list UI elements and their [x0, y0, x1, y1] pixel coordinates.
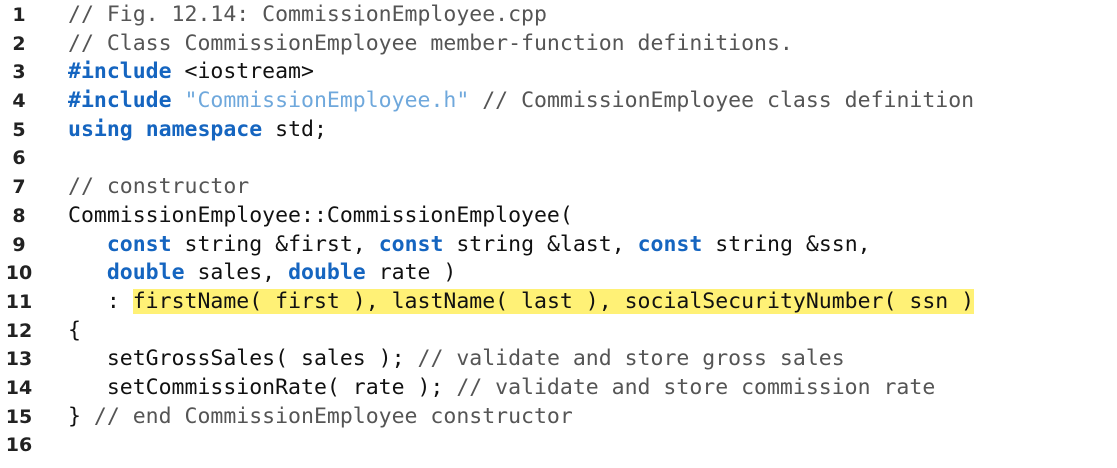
code-comment: // CommissionEmployee class definition — [469, 88, 975, 114]
code-line: 16 — [0, 431, 1117, 460]
code-line: 9 const string &first, const string &las… — [0, 231, 1117, 260]
code-text: : firstName( first ), lastName( last ), … — [68, 288, 975, 317]
line-number: 13 — [5, 348, 33, 371]
line-number: 3 — [12, 61, 26, 84]
code-line: 1 // Fig. 12.14: CommissionEmployee.cpp — [0, 1, 1117, 30]
code-token: string &ssn, — [702, 231, 871, 257]
code-token: setCommissionRate( rate ); — [68, 374, 457, 400]
code-keyword: const — [106, 231, 172, 257]
line-number: 7 — [12, 176, 26, 199]
code-text: // Fig. 12.14: CommissionEmployee.cpp — [68, 1, 547, 30]
code-text: #include <iostream> — [68, 58, 314, 87]
code-line: 8 CommissionEmployee::CommissionEmployee( — [0, 202, 1117, 231]
code-comment: // Fig. 12.14: CommissionEmployee.cpp — [68, 2, 547, 27]
line-number: 8 — [12, 204, 26, 227]
code-token: : — [68, 288, 133, 314]
code-text: setCommissionRate( rate ); // validate a… — [68, 374, 935, 403]
code-keyword: double — [106, 260, 185, 286]
code-text: // Class CommissionEmployee member-funct… — [68, 30, 793, 59]
code-line: 3 #include <iostream> — [0, 58, 1117, 87]
code-keyword: const — [378, 231, 444, 257]
code-comment: // validate and store gross sales — [417, 346, 845, 372]
code-text: using namespace std; — [68, 116, 327, 145]
code-keyword: double — [288, 260, 366, 286]
highlighted-code: firstName( first ), lastName( last ), so… — [132, 288, 975, 314]
code-line: 11 : firstName( first ), lastName( last … — [0, 288, 1117, 317]
code-text: const string &first, const string &last,… — [68, 231, 871, 260]
code-token: } — [68, 403, 94, 429]
code-string: "CommissionEmployee.h" — [184, 88, 470, 114]
code-keyword: using — [68, 116, 133, 142]
line-number: 4 — [12, 90, 26, 113]
code-text: // constructor — [68, 173, 249, 202]
code-token: string &last, — [443, 231, 638, 257]
code-comment: // constructor — [68, 174, 250, 200]
code-token: { — [68, 317, 81, 343]
line-number: 5 — [12, 118, 26, 141]
code-line: 2 // Class CommissionEmployee member-func… — [0, 30, 1117, 59]
code-text: setGrossSales( sales ); // validate and … — [68, 345, 845, 374]
code-token: CommissionEmployee::CommissionEmployee( — [68, 202, 573, 228]
code-comment: // validate and store commission rate — [456, 374, 936, 400]
code-keyword: #include — [68, 88, 172, 114]
line-number: 1 — [12, 4, 26, 26]
code-line: 7 // constructor — [0, 173, 1117, 202]
code-comment: // end CommissionEmployee constructor — [93, 403, 573, 429]
code-line: 4 #include "CommissionEmployee.h" // Comm… — [0, 87, 1117, 116]
code-keyword: #include — [68, 59, 172, 85]
line-number: 6 — [12, 147, 26, 170]
line-number: 16 — [5, 434, 33, 457]
code-text: double sales, double rate ) — [68, 259, 457, 288]
code-text: #include "CommissionEmployee.h" // Commi… — [68, 87, 974, 116]
code-token: sales, — [184, 260, 289, 286]
code-token: rate ) — [365, 260, 457, 286]
code-line: 5 using namespace std; — [0, 116, 1117, 145]
line-number: 15 — [5, 405, 33, 428]
code-line: 15} // end CommissionEmployee constructo… — [0, 403, 1117, 432]
line-number: 9 — [12, 233, 26, 256]
code-line: 6 — [0, 144, 1117, 173]
line-number: 10 — [5, 262, 33, 285]
line-number: 2 — [12, 32, 26, 55]
code-line: 10 double sales, double rate ) — [0, 259, 1117, 288]
code-line: 12 { — [0, 317, 1117, 346]
code-line: 14 setCommissionRate( rate ); // validat… — [0, 374, 1117, 403]
code-keyword: namespace — [145, 116, 263, 142]
code-token: <iostream> — [171, 59, 314, 85]
code-listing: 1 // Fig. 12.14: CommissionEmployee.cpp 2 /… — [0, 1, 1117, 460]
line-number: 12 — [5, 319, 33, 342]
code-token: std; — [262, 116, 327, 142]
code-line: 13 setGrossSales( sales ); // validate a… — [0, 345, 1117, 374]
code-comment: // Class CommissionEmployee member-funct… — [68, 30, 793, 56]
line-number: 11 — [5, 290, 33, 313]
code-text: CommissionEmployee::CommissionEmployee( — [68, 202, 573, 231]
line-number: 14 — [5, 376, 33, 399]
code-token: string &first, — [171, 231, 379, 257]
code-keyword: const — [637, 231, 703, 257]
code-token: setGrossSales( sales ); — [68, 346, 418, 372]
code-text: } // end CommissionEmployee constructor — [68, 403, 573, 432]
code-text: { — [68, 317, 81, 346]
